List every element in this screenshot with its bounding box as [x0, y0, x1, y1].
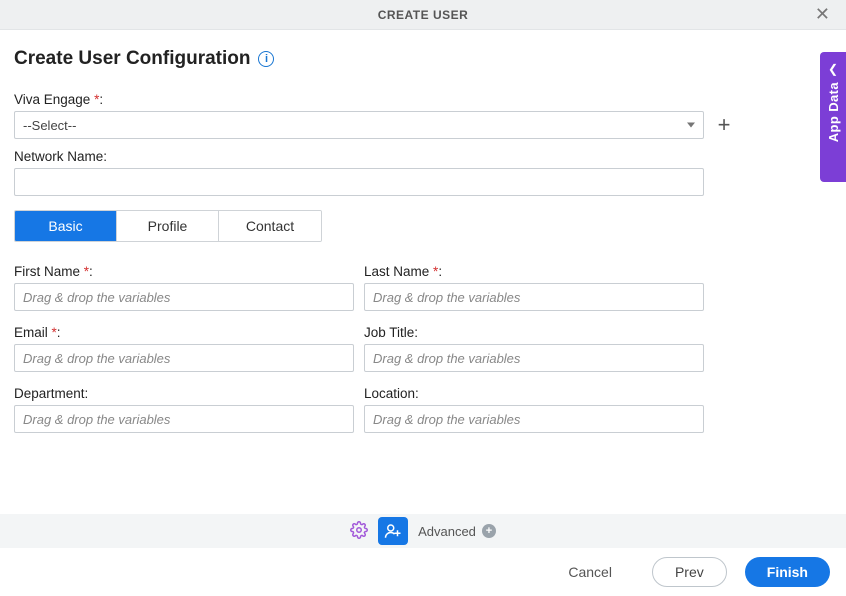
- job-title-label: Job Title:: [364, 325, 704, 340]
- viva-engage-select[interactable]: --Select--: [14, 111, 704, 139]
- tab-profile[interactable]: Profile: [117, 211, 219, 241]
- modal-title: CREATE USER: [378, 8, 469, 22]
- add-connection-icon[interactable]: +: [714, 115, 734, 135]
- tab-basic[interactable]: Basic: [15, 211, 117, 241]
- last-name-input[interactable]: [364, 283, 704, 311]
- advanced-label: Advanced: [418, 524, 476, 539]
- prev-button[interactable]: Prev: [652, 557, 727, 587]
- department-input[interactable]: [14, 405, 354, 433]
- location-input[interactable]: [364, 405, 704, 433]
- gear-icon[interactable]: [350, 521, 368, 542]
- user-add-icon[interactable]: [378, 517, 408, 545]
- network-name-label: Network Name:: [14, 149, 832, 164]
- job-title-input[interactable]: [364, 344, 704, 372]
- advanced-toggle[interactable]: Advanced +: [418, 524, 496, 539]
- tab-contact[interactable]: Contact: [219, 211, 321, 241]
- bottom-toolbar: Advanced +: [0, 514, 846, 548]
- tab-bar: Basic Profile Contact: [14, 210, 322, 242]
- cancel-button[interactable]: Cancel: [546, 557, 634, 587]
- page-title: Create User Configuration: [14, 48, 250, 70]
- finish-button[interactable]: Finish: [745, 557, 830, 587]
- footer-actions: Cancel Prev Finish: [0, 548, 846, 596]
- info-icon[interactable]: i: [258, 51, 274, 67]
- last-name-label: Last Name *:: [364, 264, 704, 279]
- location-label: Location:: [364, 386, 704, 401]
- network-name-input[interactable]: [14, 168, 704, 196]
- email-label: Email *:: [14, 325, 354, 340]
- circle-plus-icon: +: [482, 524, 496, 538]
- email-input[interactable]: [14, 344, 354, 372]
- viva-engage-label: Viva Engage *:: [14, 92, 832, 107]
- modal-header: CREATE USER ✕: [0, 0, 846, 30]
- department-label: Department:: [14, 386, 354, 401]
- first-name-input[interactable]: [14, 283, 354, 311]
- first-name-label: First Name *:: [14, 264, 354, 279]
- close-icon[interactable]: ✕: [815, 5, 830, 23]
- basic-form-grid: First Name *: Last Name *: Email *: Job …: [14, 264, 832, 433]
